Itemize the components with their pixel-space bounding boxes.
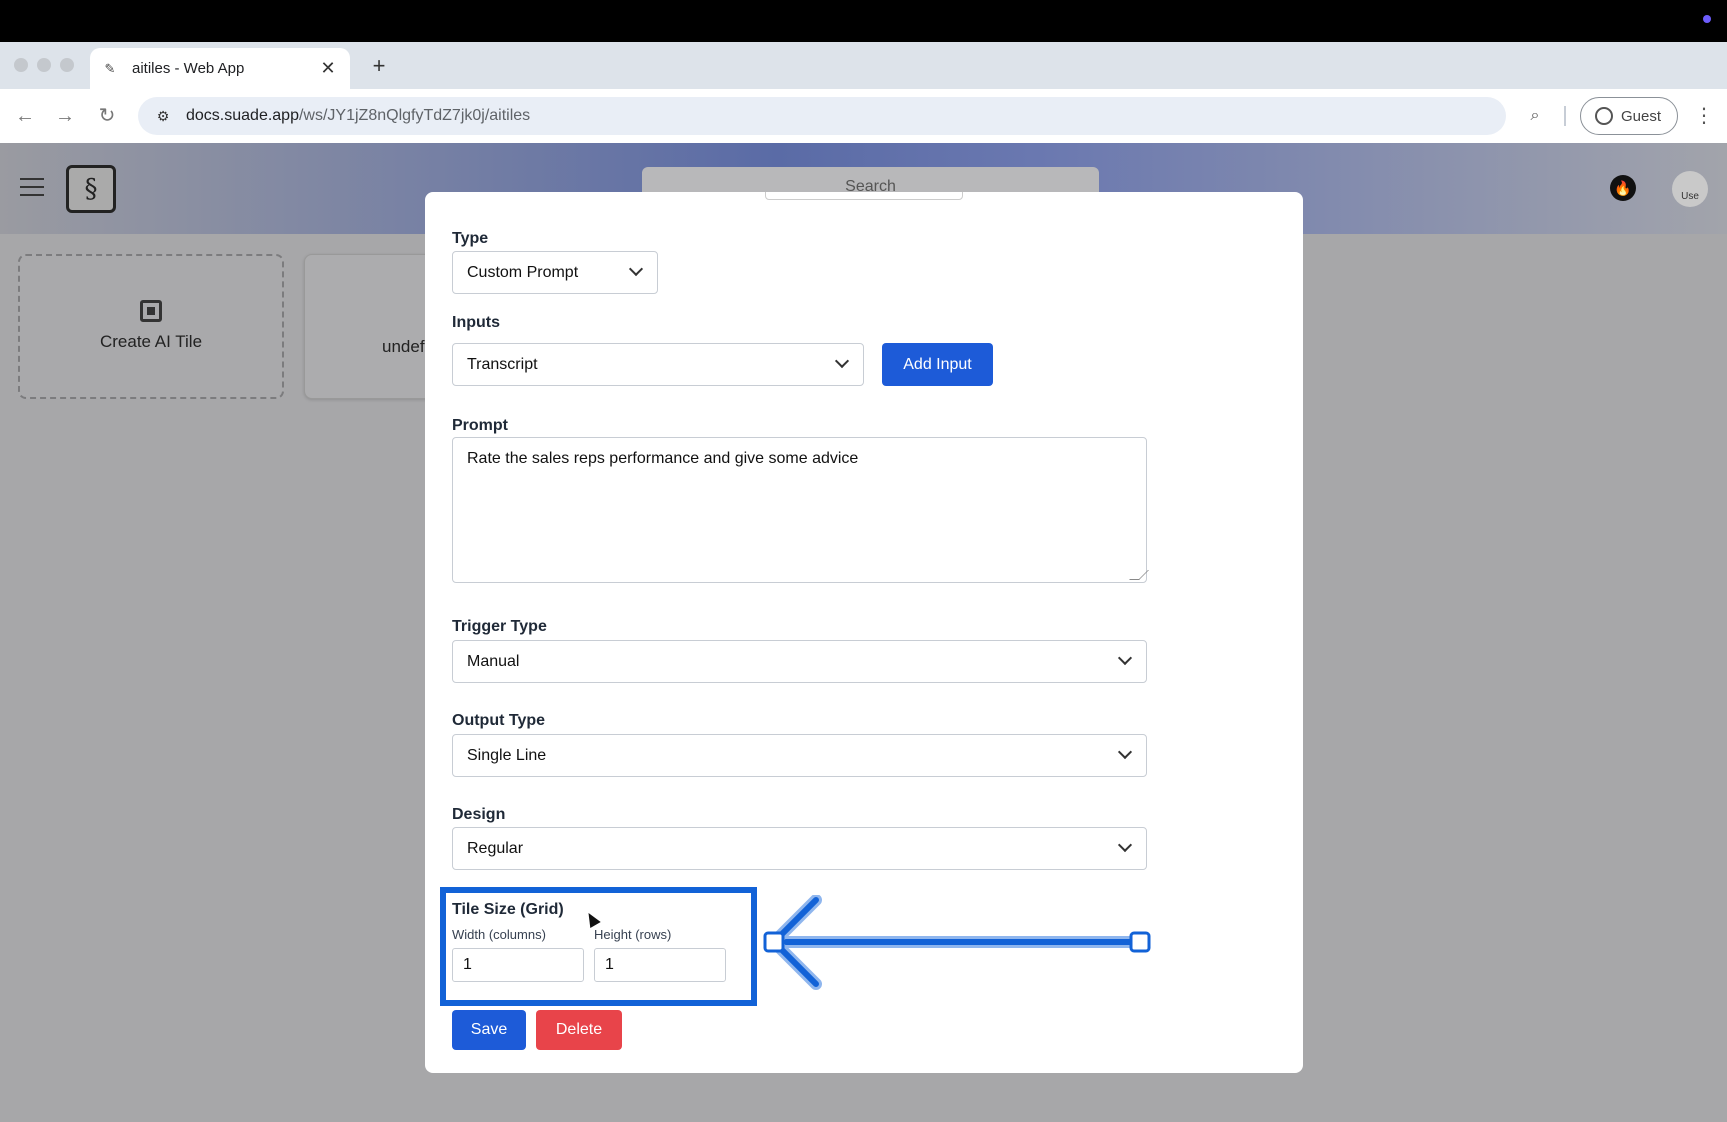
type-label: Type bbox=[452, 230, 489, 247]
browser-tab-strip: ✎ aitiles - Web App ✕ + bbox=[0, 42, 1727, 89]
window-close-control[interactable] bbox=[14, 58, 28, 72]
type-select-value: Custom Prompt bbox=[467, 263, 579, 281]
close-tab-icon[interactable]: ✕ bbox=[318, 58, 338, 79]
tile-label: undef bbox=[382, 337, 425, 356]
status-dot-icon bbox=[1703, 15, 1711, 23]
prompt-label: Prompt bbox=[452, 417, 508, 434]
name-input[interactable] bbox=[765, 192, 963, 200]
trigger-type-select[interactable]: Manual bbox=[452, 640, 1147, 683]
address-bar[interactable]: ⚙ docs.suade.app/ws/JY1jZ8nQlgfyTdZ7jk0j… bbox=[138, 97, 1506, 135]
delete-button[interactable]: Delete bbox=[536, 1010, 622, 1050]
lens-search-icon[interactable]: ⌕ bbox=[1522, 104, 1548, 128]
save-button[interactable]: Save bbox=[452, 1010, 526, 1050]
annotation-arrow-icon bbox=[763, 895, 1151, 990]
browser-toolbar: ← → ↻ ⚙ docs.suade.app/ws/JY1jZ8nQlgfyTd… bbox=[0, 89, 1727, 143]
chip-icon bbox=[140, 300, 162, 322]
avatar[interactable]: Use bbox=[1672, 171, 1708, 207]
design-value: Regular bbox=[467, 839, 524, 857]
chevron-down-icon bbox=[1117, 650, 1133, 666]
annotation-highlight-box bbox=[440, 887, 757, 1006]
fire-icon[interactable]: 🔥 bbox=[1610, 175, 1636, 201]
chevron-down-icon bbox=[628, 261, 644, 277]
chevron-down-icon bbox=[834, 353, 850, 369]
browser-tab-aitiles[interactable]: ✎ aitiles - Web App ✕ bbox=[90, 48, 350, 89]
toolbar-divider bbox=[1564, 106, 1566, 126]
window-minimize-control[interactable] bbox=[37, 58, 51, 72]
profile-label: Guest bbox=[1621, 107, 1662, 125]
prompt-textarea[interactable]: Rate the sales reps performance and give… bbox=[452, 437, 1149, 583]
prompt-text: Rate the sales reps performance and give… bbox=[467, 450, 859, 467]
type-select[interactable]: Custom Prompt bbox=[452, 251, 658, 294]
profile-icon bbox=[1595, 107, 1613, 125]
chevron-down-icon bbox=[1117, 837, 1133, 853]
inputs-label: Inputs bbox=[452, 314, 500, 331]
output-type-label: Output Type bbox=[452, 712, 546, 729]
app-logo[interactable]: § bbox=[66, 165, 116, 213]
forward-arrow-icon[interactable]: → bbox=[52, 103, 78, 129]
chevron-down-icon bbox=[1117, 744, 1133, 760]
profile-button[interactable]: Guest bbox=[1580, 97, 1678, 135]
resize-handle-icon[interactable] bbox=[1129, 570, 1149, 580]
new-tab-button[interactable]: + bbox=[366, 53, 392, 79]
favicon-icon: ✎ bbox=[104, 60, 116, 76]
back-arrow-icon[interactable]: ← bbox=[12, 103, 38, 129]
ai-tile-card[interactable]: undef bbox=[304, 254, 434, 399]
design-label: Design bbox=[452, 806, 506, 823]
browser-menu-icon[interactable]: ⋮ bbox=[1694, 103, 1714, 129]
output-type-value: Single Line bbox=[467, 746, 547, 764]
tile-label: Create AI Tile bbox=[99, 332, 203, 351]
trigger-type-value: Manual bbox=[467, 652, 520, 670]
inputs-select-value: Transcript bbox=[467, 355, 538, 373]
create-ai-tile[interactable]: Create AI Tile bbox=[18, 254, 284, 399]
add-input-button[interactable]: Add Input bbox=[882, 343, 993, 386]
design-select[interactable]: Regular bbox=[452, 827, 1147, 870]
url-text: docs.suade.app/ws/JY1jZ8nQlgfyTdZ7jk0j/a… bbox=[186, 107, 531, 124]
site-settings-icon[interactable]: ⚙ bbox=[152, 105, 174, 127]
trigger-type-label: Trigger Type bbox=[452, 618, 547, 635]
inputs-select[interactable]: Transcript bbox=[452, 343, 864, 386]
hamburger-menu-icon[interactable] bbox=[20, 178, 44, 198]
output-type-select[interactable]: Single Line bbox=[452, 734, 1147, 777]
window-zoom-control[interactable] bbox=[60, 58, 74, 72]
tab-title: aitiles - Web App bbox=[132, 60, 245, 77]
os-top-bar bbox=[0, 0, 1727, 42]
reload-icon[interactable]: ↻ bbox=[94, 103, 120, 129]
